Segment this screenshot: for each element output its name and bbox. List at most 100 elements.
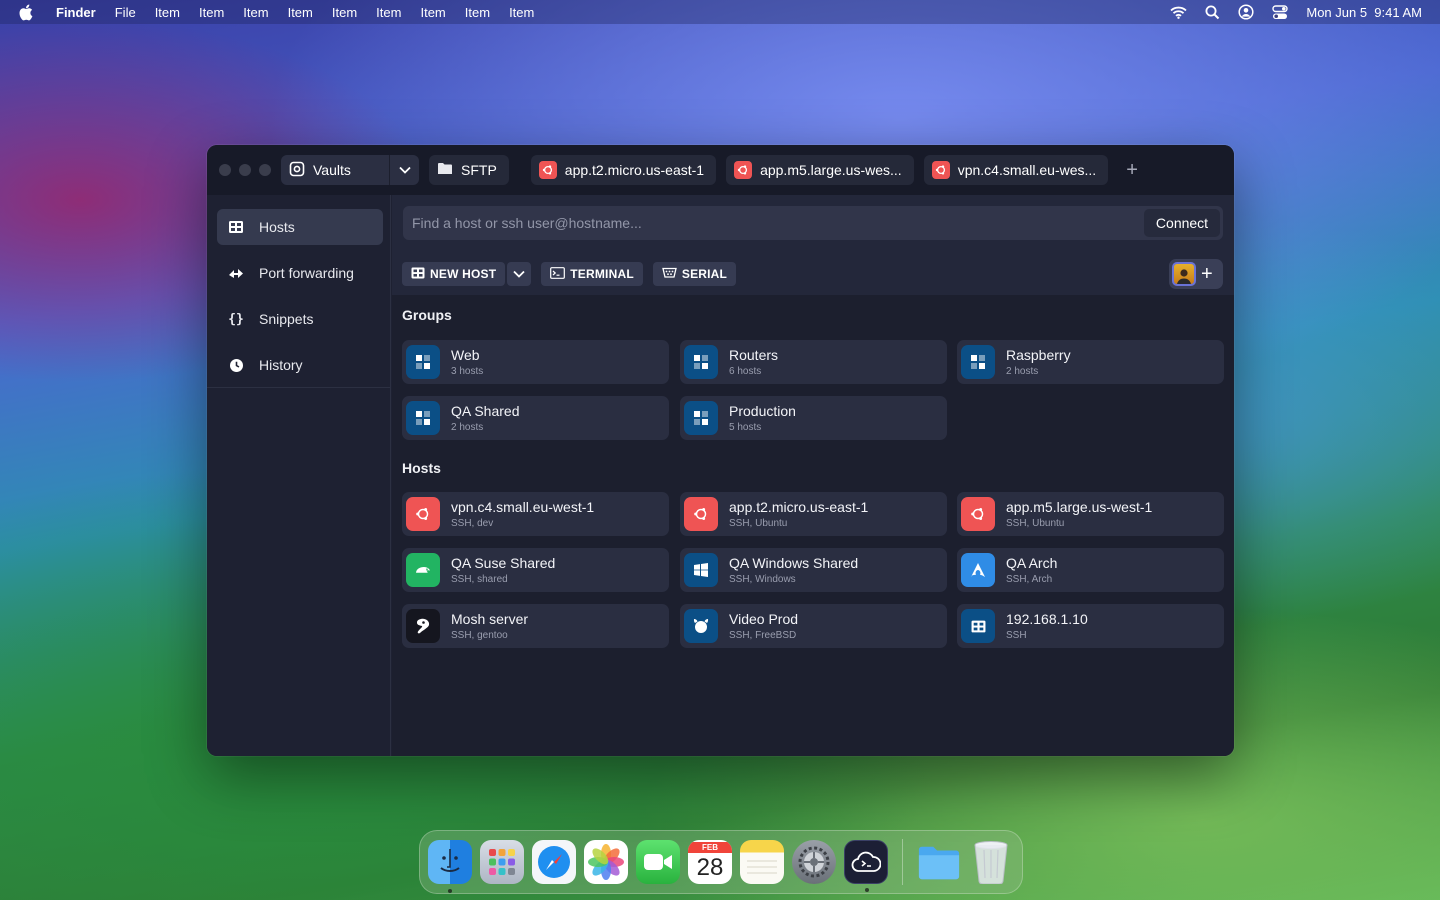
search-icon[interactable] xyxy=(1205,5,1220,20)
host-card[interactable]: 192.168.1.10 SSH xyxy=(957,604,1224,648)
group-card[interactable]: Production 5 hosts xyxy=(680,396,947,440)
host-card[interactable]: app.m5.large.us-west-1 SSH, Ubuntu xyxy=(957,492,1224,536)
add-member-button[interactable]: + xyxy=(1201,264,1213,284)
chevron-down-icon xyxy=(513,267,525,281)
chevron-down-icon xyxy=(398,161,411,179)
sidebar-divider xyxy=(207,387,390,388)
menu-item[interactable]: Item xyxy=(155,5,180,20)
new-host-button[interactable]: NEW HOST xyxy=(402,262,506,286)
host-card[interactable]: QA Suse Shared SSH, shared xyxy=(402,548,669,592)
groups-title: Groups xyxy=(402,307,452,323)
sidebar-item-history[interactable]: History xyxy=(217,347,383,383)
zoom-window-button[interactable] xyxy=(259,164,271,176)
group-card[interactable]: QA Shared 2 hosts xyxy=(402,396,669,440)
menu-clock[interactable]: Mon Jun 5 9:41 AM xyxy=(1306,5,1422,20)
group-name: Web xyxy=(451,347,480,363)
title-bar: Vaults SFTP app.t2.micro.us-east-1 app.m… xyxy=(207,145,1234,195)
close-window-button[interactable] xyxy=(219,164,231,176)
control-center-icon[interactable] xyxy=(1272,4,1289,20)
server-icon xyxy=(411,267,425,282)
menu-item[interactable]: Item xyxy=(199,5,224,20)
new-host-dropdown-button[interactable] xyxy=(507,262,532,286)
group-host-count: 3 hosts xyxy=(451,366,484,377)
ubuntu-icon xyxy=(931,161,950,179)
host-card[interactable]: QA Windows Shared SSH, Windows xyxy=(680,548,947,592)
host-card[interactable]: app.t2.micro.us-east-1 SSH, Ubuntu xyxy=(680,492,947,536)
hosts-panel: Find a host or ssh user@hostname... Conn… xyxy=(392,195,1234,756)
menu-item[interactable]: Item xyxy=(332,5,357,20)
menu-item[interactable]: Item xyxy=(509,5,534,20)
sidebar-item-label: Port forwarding xyxy=(259,265,354,281)
tab-host-session[interactable]: app.t2.micro.us-east-1 xyxy=(530,155,717,185)
group-card[interactable]: Raspberry 2 hosts xyxy=(957,340,1224,384)
host-details: SSH, FreeBSD xyxy=(729,630,797,641)
sidebar-item-port-forwarding[interactable]: Port forwarding xyxy=(217,255,383,291)
tab-host-session[interactable]: app.m5.large.us-wes... xyxy=(726,155,914,185)
hosts-title: Hosts xyxy=(402,460,441,476)
host-name: QA Arch xyxy=(1006,555,1058,571)
ubuntu-icon xyxy=(734,161,753,179)
host-card[interactable]: Mosh server SSH, gentoo xyxy=(402,604,669,648)
tab-host-session[interactable]: vpn.c4.small.eu-wes... xyxy=(923,155,1109,185)
termius-icon[interactable] xyxy=(844,840,888,892)
host-search-input[interactable]: Find a host or ssh user@hostname... Conn… xyxy=(403,206,1223,240)
photos-icon[interactable] xyxy=(584,840,628,884)
host-details: SSH, Ubuntu xyxy=(1006,518,1065,529)
terminal-button[interactable]: TERMINAL xyxy=(541,262,643,286)
group-host-count: 2 hosts xyxy=(451,422,484,433)
sidebar-item-hosts[interactable]: Hosts xyxy=(217,209,383,245)
menu-file[interactable]: File xyxy=(115,5,136,20)
safari-icon[interactable] xyxy=(532,840,576,884)
vaults-label: Vaults xyxy=(313,162,351,178)
vaults-button[interactable]: Vaults xyxy=(281,155,389,185)
menu-app-name[interactable]: Finder xyxy=(56,5,96,20)
calendar-icon[interactable]: FEB 28 xyxy=(688,840,732,884)
host-details: SSH, shared xyxy=(451,574,508,585)
new-host-group: NEW HOST xyxy=(402,262,532,286)
user-icon[interactable] xyxy=(1238,4,1254,20)
menu-item[interactable]: Item xyxy=(465,5,490,20)
host-card[interactable]: vpn.c4.small.eu-west-1 SSH, dev xyxy=(402,492,669,536)
vaults-dropdown-button[interactable] xyxy=(389,155,419,185)
facetime-icon[interactable] xyxy=(636,840,680,884)
windows-icon xyxy=(684,553,718,587)
host-details: SSH, gentoo xyxy=(451,630,508,641)
menu-item[interactable]: Item xyxy=(420,5,445,20)
group-card[interactable]: Routers 6 hosts xyxy=(680,340,947,384)
connect-button[interactable]: Connect xyxy=(1144,209,1220,237)
host-name: app.t2.micro.us-east-1 xyxy=(729,499,869,515)
server-icon xyxy=(961,609,995,643)
apple-menu-icon[interactable] xyxy=(18,4,34,20)
launchpad-icon[interactable] xyxy=(480,840,524,884)
freebsd-icon xyxy=(684,609,718,643)
host-details: SSH, Arch xyxy=(1006,574,1053,585)
host-card[interactable]: Video Prod SSH, FreeBSD xyxy=(680,604,947,648)
window-controls xyxy=(219,164,271,176)
host-card[interactable]: QA Arch SSH, Arch xyxy=(957,548,1224,592)
tab-label: app.t2.micro.us-east-1 xyxy=(564,162,705,178)
vault-icon xyxy=(289,161,305,180)
notes-icon[interactable] xyxy=(740,840,784,884)
new-tab-button[interactable]: + xyxy=(1126,159,1138,182)
host-details: SSH, dev xyxy=(451,518,494,529)
trash-icon[interactable] xyxy=(969,840,1013,884)
serial-button[interactable]: SERIAL xyxy=(652,262,737,286)
avatar[interactable] xyxy=(1172,262,1196,286)
folder-icon xyxy=(437,162,453,178)
port-forwarding-icon xyxy=(227,266,245,280)
menu-item[interactable]: Item xyxy=(288,5,313,20)
menu-item[interactable]: Item xyxy=(243,5,268,20)
tab-sftp[interactable]: SFTP xyxy=(429,155,509,185)
calendar-month: FEB xyxy=(688,841,732,853)
wifi-icon[interactable] xyxy=(1170,6,1187,19)
terminal-label: TERMINAL xyxy=(570,267,634,281)
calendar-day: 28 xyxy=(696,853,724,881)
group-card[interactable]: Web 3 hosts xyxy=(402,340,669,384)
settings-icon[interactable] xyxy=(792,840,836,884)
group-name: QA Shared xyxy=(451,403,520,419)
sidebar-item-snippets[interactable]: {} Snippets xyxy=(217,301,383,337)
minimize-window-button[interactable] xyxy=(239,164,251,176)
folder-icon[interactable] xyxy=(917,840,961,884)
menu-item[interactable]: Item xyxy=(376,5,401,20)
finder-icon[interactable] xyxy=(428,840,472,893)
